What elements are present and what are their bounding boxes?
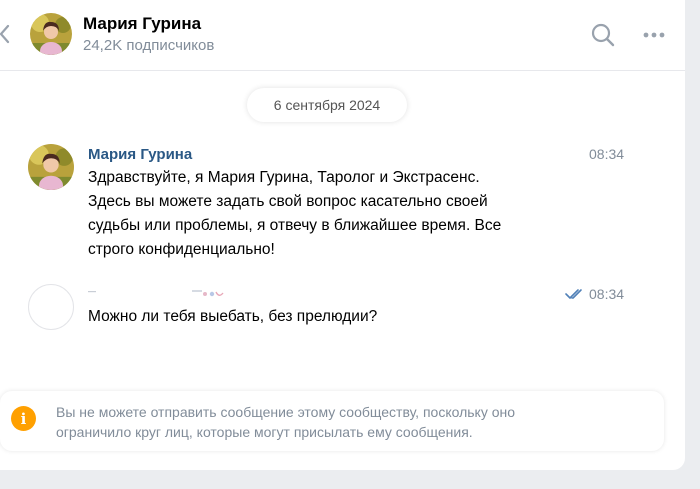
redacted-sender-name — [88, 290, 224, 297]
message-time: 08:34 — [589, 146, 625, 162]
message-text: Можно ли тебя выебать, без прелюдии? — [88, 305, 588, 329]
message-line: Можно ли тебя выебать, без прелюдии? — [88, 308, 378, 325]
message-sender[interactable]: Мария Гурина — [88, 146, 192, 163]
chevron-left-icon[interactable] — [0, 22, 12, 46]
chat-header: Мария Гурина 24,2K подписчиков — [0, 0, 685, 71]
avatar[interactable] — [30, 13, 72, 55]
notice-line: Вы не можете отправить сообщение этому с… — [56, 404, 516, 420]
message-line: Здравствуйте, я Мария Гурина, Таролог и … — [88, 169, 480, 186]
notice-line: ограничило круг лиц, которые могут присы… — [56, 424, 473, 440]
message-line: строго конфиденциально! — [88, 241, 275, 258]
more-horizontal-icon[interactable] — [641, 24, 667, 46]
message-avatar[interactable] — [28, 144, 74, 190]
date-separator: 6 сентября 2024 — [247, 88, 407, 122]
double-check-icon — [565, 289, 582, 299]
notice-text: Вы не можете отправить сообщение этому с… — [56, 402, 636, 442]
message-time: 08:34 — [589, 286, 625, 302]
search-icon[interactable] — [590, 22, 616, 48]
message-line: судьбы или проблемы, я отвечу в ближайше… — [88, 217, 502, 234]
cannot-message-notice: i Вы не можете отправить сообщение этому… — [0, 391, 664, 451]
chat-title[interactable]: Мария Гурина — [83, 14, 201, 34]
message-text: Здравствуйте, я Мария Гурина, Таролог и … — [88, 166, 588, 262]
message-line: Здесь вы можете задать свой вопрос касат… — [88, 193, 488, 210]
chat-window: Мария Гурина 24,2K подписчиков 6 сентябр… — [0, 0, 685, 470]
message-avatar[interactable] — [28, 284, 74, 330]
subscriber-count: 24,2K подписчиков — [83, 37, 215, 54]
info-icon: i — [11, 406, 36, 431]
